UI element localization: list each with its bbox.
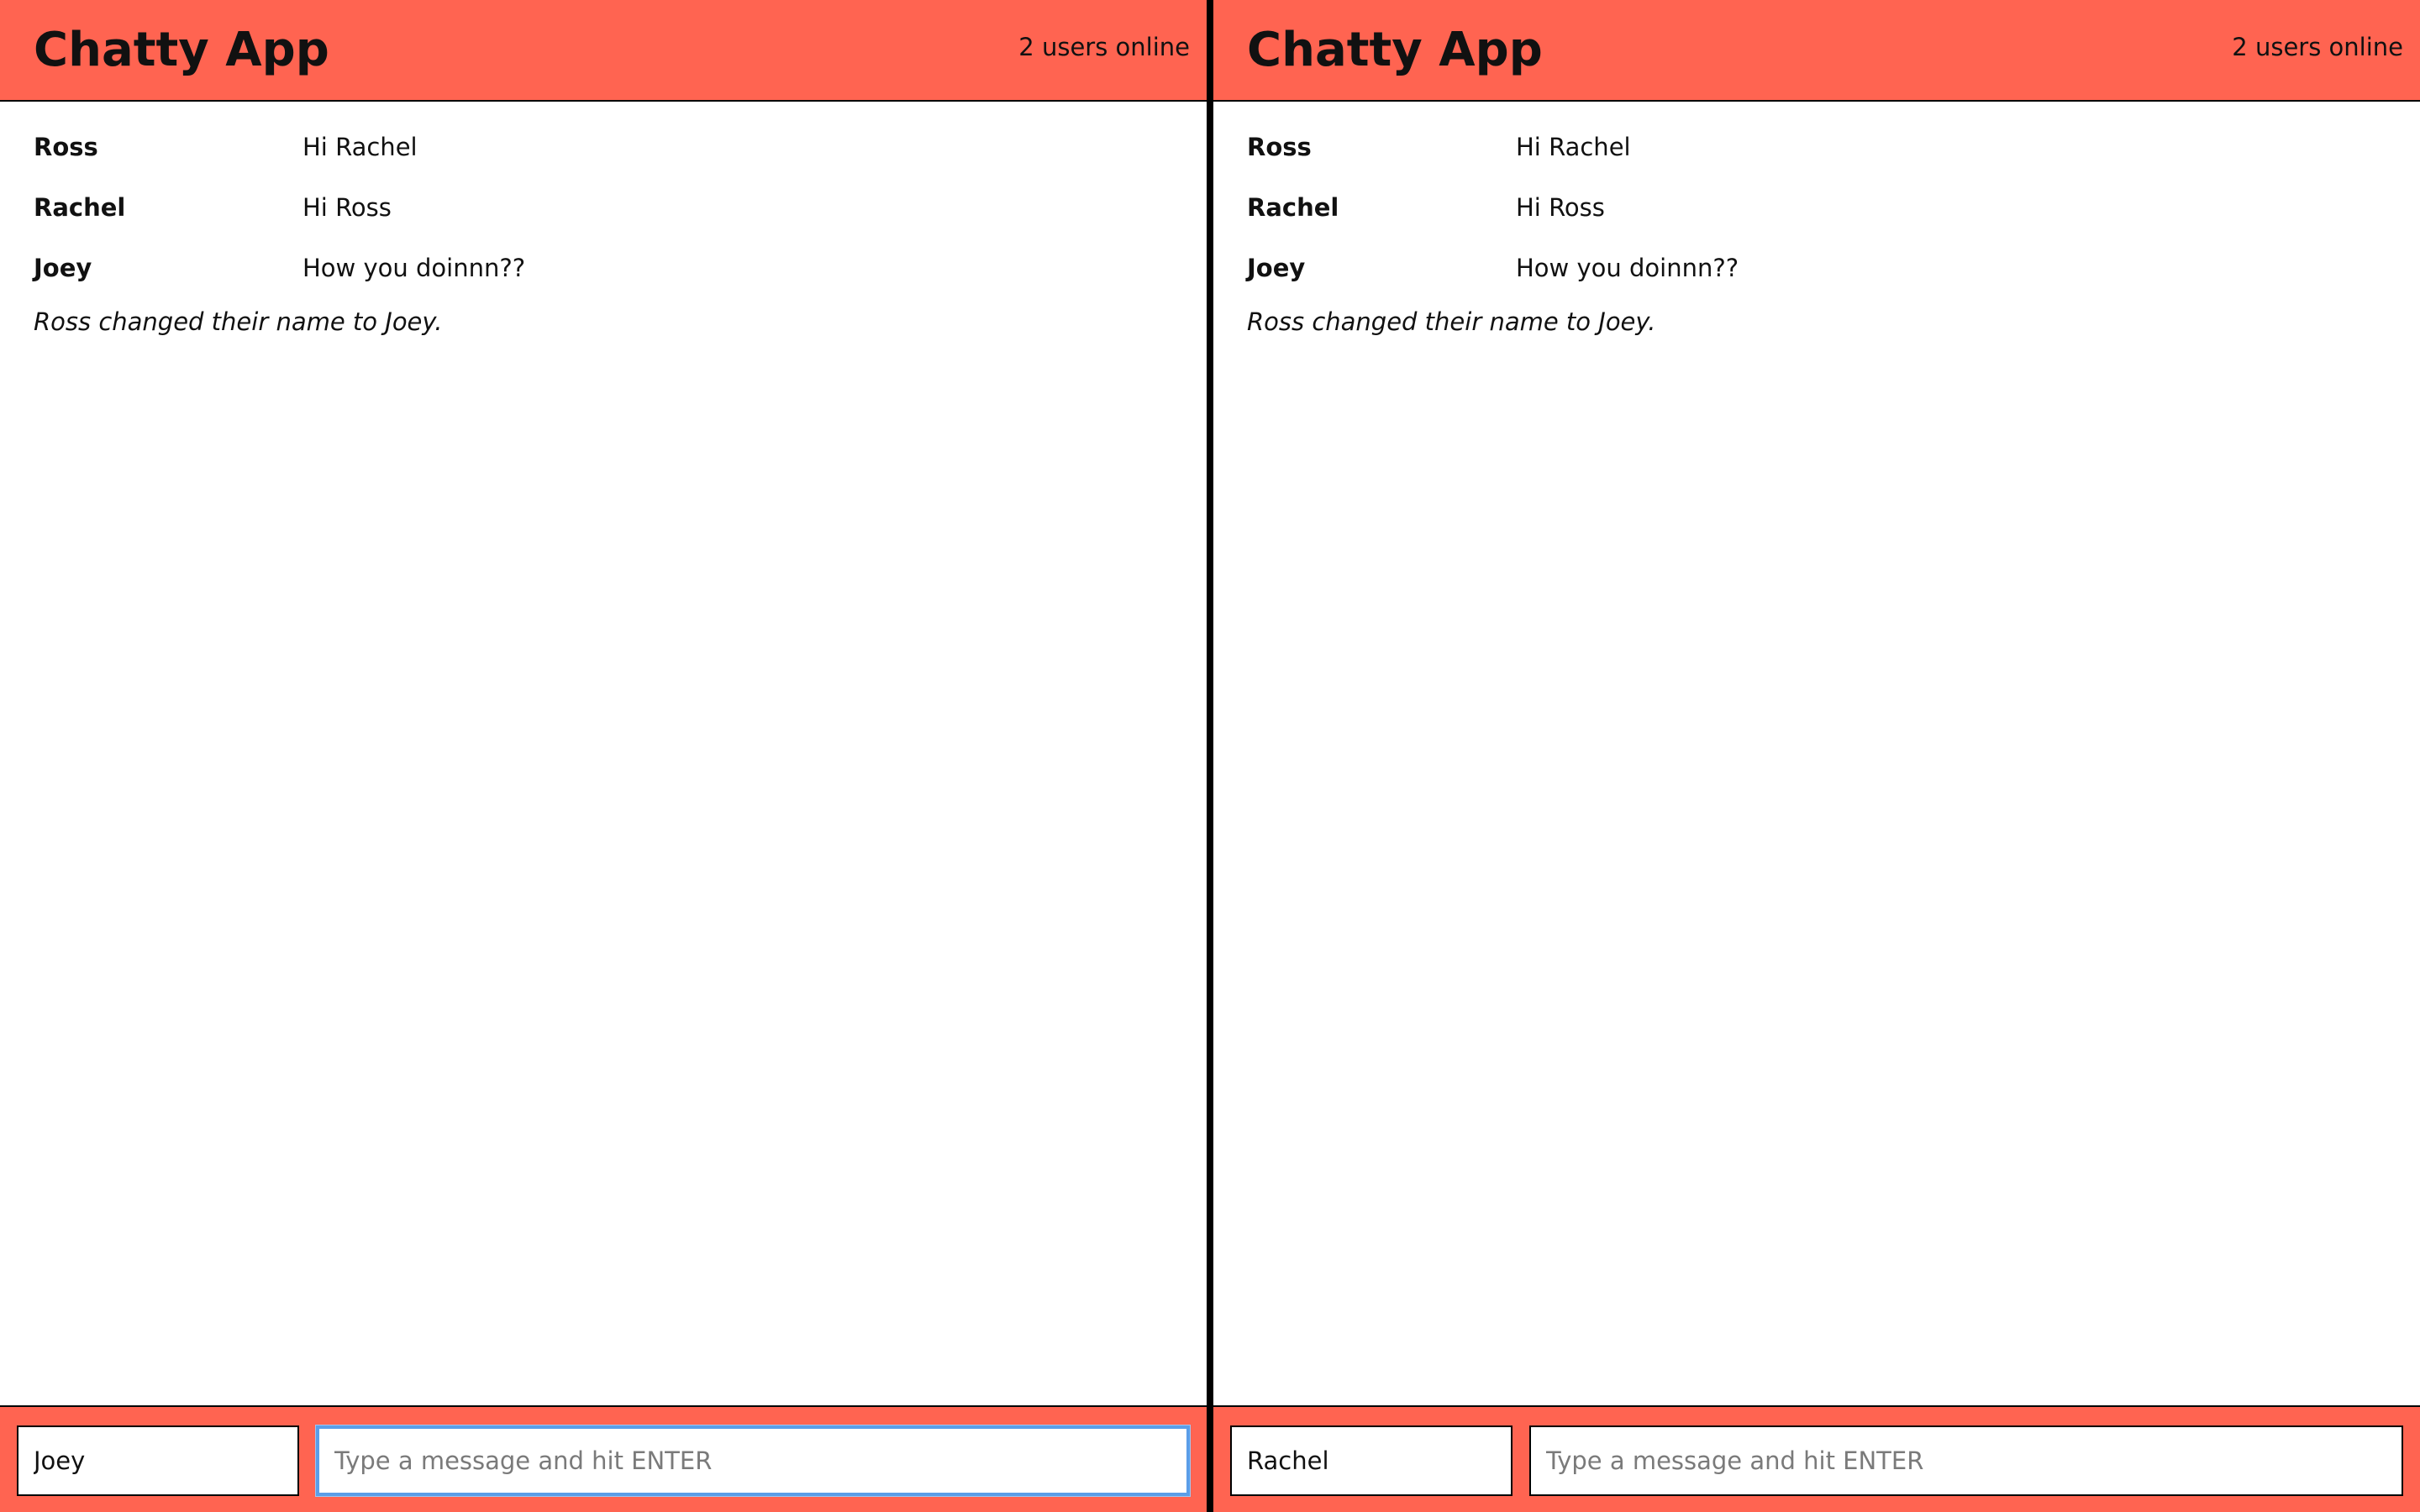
message-content: Hi Rachel bbox=[302, 133, 418, 161]
system-notification: Ross changed their name to Joey. bbox=[34, 307, 443, 336]
window-divider bbox=[1207, 0, 1213, 1512]
message-username: Joey bbox=[1247, 254, 1306, 282]
message-username: Rachel bbox=[1247, 193, 1339, 222]
message-row: Joey How you doinnn?? bbox=[0, 251, 1207, 312]
message-row: Joey How you doinnn?? bbox=[1213, 251, 2420, 312]
message-content: Hi Ross bbox=[1516, 193, 1605, 222]
message-content: Hi Rachel bbox=[1516, 133, 1631, 161]
users-online-count: 2 users online bbox=[2232, 33, 2403, 61]
message-row: Ross Hi Rachel bbox=[1213, 130, 2420, 191]
message-username: Ross bbox=[34, 133, 98, 161]
message-username: Joey bbox=[34, 254, 92, 282]
chat-window-left: Chatty App 2 users online Ross Hi Rachel… bbox=[0, 0, 1207, 1512]
message-username: Rachel bbox=[34, 193, 126, 222]
message-input[interactable] bbox=[1529, 1425, 2403, 1496]
username-input[interactable] bbox=[1230, 1425, 1512, 1496]
app-brand[interactable]: Chatty App bbox=[34, 24, 329, 77]
users-online-count: 2 users online bbox=[1018, 33, 1190, 61]
message-content: How you doinnn?? bbox=[302, 254, 526, 282]
navbar: Chatty App 2 users online bbox=[0, 0, 1207, 102]
chatbar bbox=[1213, 1405, 2420, 1512]
message-list: Ross Hi Rachel Rachel Hi Ross Joey How y… bbox=[0, 102, 1207, 339]
message-row: Rachel Hi Ross bbox=[0, 191, 1207, 251]
message-input[interactable] bbox=[316, 1425, 1190, 1496]
screen: Chatty App 2 users online Ross Hi Rachel… bbox=[0, 0, 2420, 1512]
message-row: Rachel Hi Ross bbox=[1213, 191, 2420, 251]
message-list: Ross Hi Rachel Rachel Hi Ross Joey How y… bbox=[1213, 102, 2420, 339]
message-row: Ross Hi Rachel bbox=[0, 130, 1207, 191]
navbar: Chatty App 2 users online bbox=[1213, 0, 2420, 102]
chat-window-right: Chatty App 2 users online Ross Hi Rachel… bbox=[1213, 0, 2420, 1512]
message-content: Hi Ross bbox=[302, 193, 392, 222]
username-input[interactable] bbox=[17, 1425, 299, 1496]
system-notification: Ross changed their name to Joey. bbox=[1247, 307, 1656, 336]
chatbar bbox=[0, 1405, 1207, 1512]
message-username: Ross bbox=[1247, 133, 1312, 161]
app-brand[interactable]: Chatty App bbox=[1247, 24, 1543, 77]
message-content: How you doinnn?? bbox=[1516, 254, 1739, 282]
